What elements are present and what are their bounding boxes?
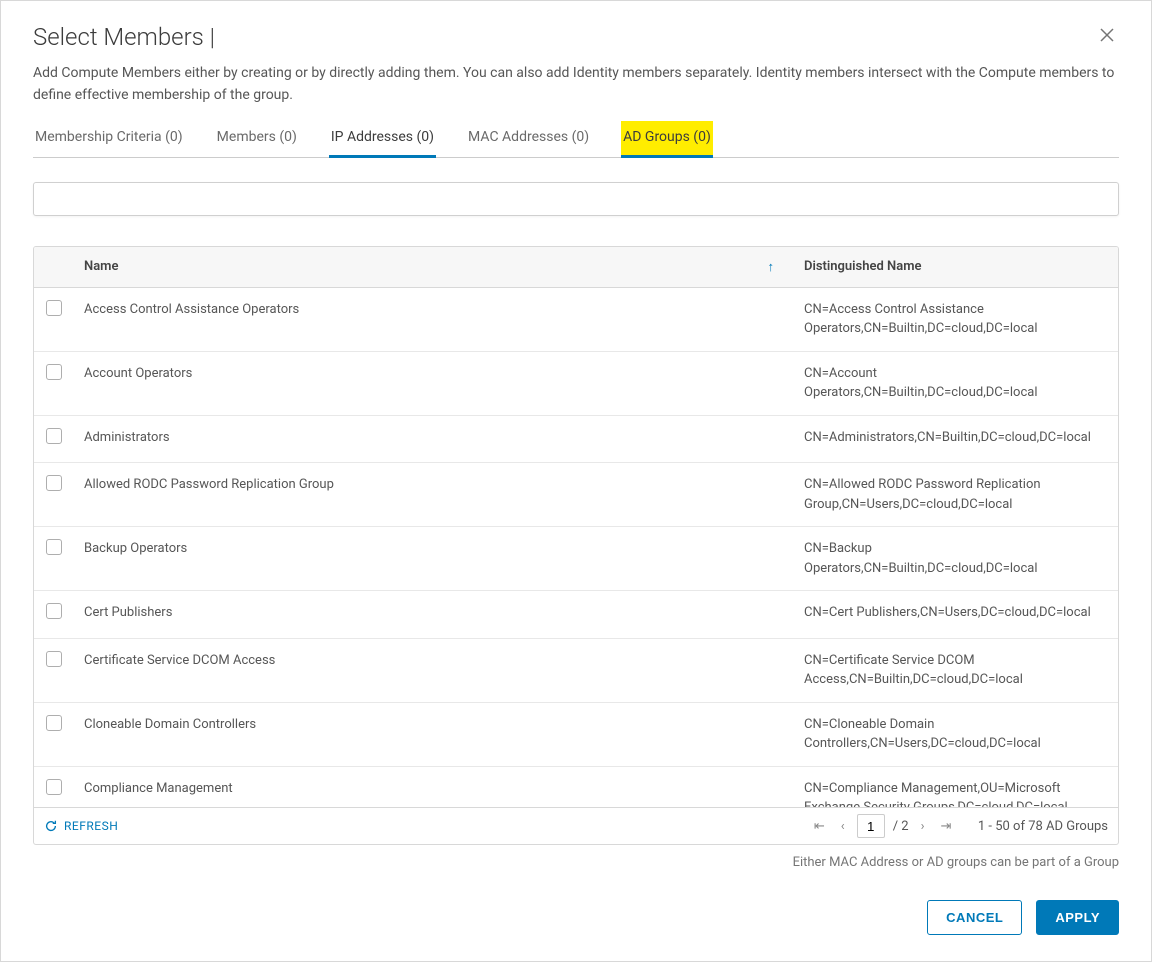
row-checkbox-cell (34, 527, 74, 591)
row-checkbox-cell (34, 638, 74, 702)
page-total: / 2 (893, 819, 909, 834)
row-name: Access Control Assistance Operators (74, 287, 794, 351)
refresh-label: REFRESH (64, 819, 118, 833)
row-checkbox-cell (34, 702, 74, 766)
col-header-name-label: Name (84, 259, 118, 274)
row-dn: CN=Allowed RODC Password Replication Gro… (794, 463, 1118, 527)
ad-groups-table: Name ↑ Distinguished Name Access Control… (34, 247, 1118, 807)
table-scroll-area[interactable]: Name ↑ Distinguished Name Access Control… (34, 247, 1118, 807)
row-name: Cloneable Domain Controllers (74, 702, 794, 766)
row-checkbox[interactable] (46, 715, 62, 731)
table-row: AdministratorsCN=Administrators,CN=Built… (34, 415, 1118, 463)
close-icon (1099, 27, 1115, 43)
page-last-icon[interactable]: ⇥ (937, 817, 956, 836)
page-next-icon[interactable]: › (917, 817, 929, 836)
col-header-dn[interactable]: Distinguished Name (794, 247, 1118, 288)
col-header-name[interactable]: Name ↑ (74, 247, 794, 288)
row-dn: CN=Account Operators,CN=Builtin,DC=cloud… (794, 351, 1118, 415)
row-checkbox-cell (34, 351, 74, 415)
select-members-dialog: Select Members | Add Compute Members eit… (0, 0, 1152, 962)
row-checkbox[interactable] (46, 428, 62, 444)
row-checkbox[interactable] (46, 300, 62, 316)
row-checkbox[interactable] (46, 779, 62, 795)
row-checkbox[interactable] (46, 539, 62, 555)
row-checkbox-cell (34, 287, 74, 351)
apply-button[interactable]: APPLY (1036, 900, 1119, 935)
dialog-header: Select Members | (1, 1, 1151, 62)
row-checkbox[interactable] (46, 603, 62, 619)
dialog-title: Select Members | (33, 23, 215, 51)
row-dn: CN=Cert Publishers,CN=Users,DC=cloud,DC=… (794, 591, 1118, 639)
row-dn: CN=Cloneable Domain Controllers,CN=Users… (794, 702, 1118, 766)
search-container (33, 182, 1119, 216)
tab-bar: Membership Criteria (0) Members (0) IP Add… (33, 121, 1119, 158)
table-row: Access Control Assistance OperatorsCN=Ac… (34, 287, 1118, 351)
row-checkbox-cell (34, 591, 74, 639)
tab-mac-addresses-0[interactable]: MAC Addresses (0) (466, 121, 591, 158)
refresh-button[interactable]: REFRESH (44, 819, 118, 833)
table-footer: REFRESH ⇤ ‹ / 2 › ⇥ 1 - 50 of 78 AD Grou… (34, 807, 1118, 844)
pagination: ⇤ ‹ / 2 › ⇥ 1 - 50 of 78 AD Groups (810, 814, 1108, 838)
footer-note: Either MAC Address or AD groups can be p… (1, 845, 1151, 870)
col-header-dn-label: Distinguished Name (804, 259, 922, 274)
sort-ascending-icon: ↑ (768, 259, 775, 275)
page-first-icon[interactable]: ⇤ (810, 817, 829, 836)
row-checkbox-cell (34, 415, 74, 463)
table-row: Certificate Service DCOM AccessCN=Certif… (34, 638, 1118, 702)
page-prev-icon[interactable]: ‹ (837, 817, 849, 836)
page-range: 1 - 50 of 78 AD Groups (978, 819, 1108, 834)
row-checkbox[interactable] (46, 364, 62, 380)
table-row: Backup OperatorsCN=Backup Operators,CN=B… (34, 527, 1118, 591)
row-checkbox-cell (34, 463, 74, 527)
tab-membership-criteria-0[interactable]: Membership Criteria (0) (33, 121, 185, 158)
table-row: Allowed RODC Password Replication GroupC… (34, 463, 1118, 527)
refresh-icon (44, 819, 58, 833)
row-name: Compliance Management (74, 766, 794, 807)
table-row: Compliance ManagementCN=Compliance Manag… (34, 766, 1118, 807)
table-header-row: Name ↑ Distinguished Name (34, 247, 1118, 288)
table-row: Cloneable Domain ControllersCN=Cloneable… (34, 702, 1118, 766)
row-dn: CN=Certificate Service DCOM Access,CN=Bu… (794, 638, 1118, 702)
page-input[interactable] (857, 814, 885, 838)
ad-groups-table-container: Name ↑ Distinguished Name Access Control… (33, 246, 1119, 845)
tab-ip-addresses-0[interactable]: IP Addresses (0) (329, 121, 436, 158)
row-name: Account Operators (74, 351, 794, 415)
search-input[interactable] (33, 182, 1119, 216)
tab-members-0[interactable]: Members (0) (215, 121, 299, 158)
row-name: Cert Publishers (74, 591, 794, 639)
cancel-button[interactable]: CANCEL (927, 900, 1022, 935)
row-name: Allowed RODC Password Replication Group (74, 463, 794, 527)
row-dn: CN=Compliance Management,OU=Microsoft Ex… (794, 766, 1118, 807)
dialog-footer: CANCEL APPLY (1, 870, 1151, 961)
row-checkbox-cell (34, 766, 74, 807)
row-name: Certificate Service DCOM Access (74, 638, 794, 702)
close-button[interactable] (1095, 23, 1119, 52)
dialog-description: Add Compute Members either by creating o… (1, 62, 1151, 121)
row-dn: CN=Administrators,CN=Builtin,DC=cloud,DC… (794, 415, 1118, 463)
row-dn: CN=Backup Operators,CN=Builtin,DC=cloud,… (794, 527, 1118, 591)
table-row: Cert PublishersCN=Cert Publishers,CN=Use… (34, 591, 1118, 639)
col-header-checkbox (34, 247, 74, 288)
row-checkbox[interactable] (46, 651, 62, 667)
row-name: Administrators (74, 415, 794, 463)
row-dn: CN=Access Control Assistance Operators,C… (794, 287, 1118, 351)
row-checkbox[interactable] (46, 475, 62, 491)
tab-ad-groups-0[interactable]: AD Groups (0) (621, 121, 713, 158)
table-row: Account OperatorsCN=Account Operators,CN… (34, 351, 1118, 415)
row-name: Backup Operators (74, 527, 794, 591)
